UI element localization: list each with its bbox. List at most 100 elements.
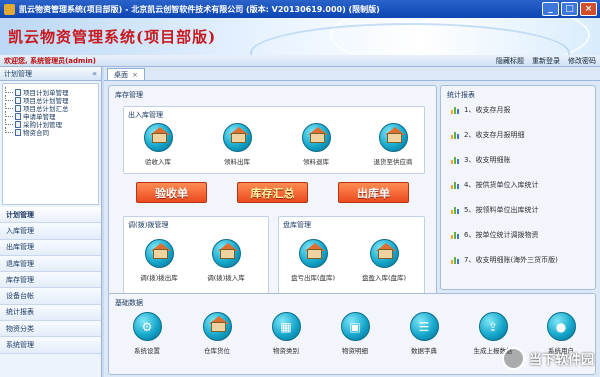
stats-panel-title: 统计报表 — [447, 91, 475, 99]
receive-inbound-button[interactable]: 验收入库 — [132, 123, 184, 166]
window-title: 凯云物资管理系统(项目部版) - 北京凯云创智软件技术有限公司 (版本: V20… — [19, 4, 380, 14]
icon-button-label: 物资类别 — [273, 347, 299, 355]
warehouse-icon — [378, 123, 408, 152]
tab-desktop[interactable]: 桌面 × — [107, 68, 145, 80]
document-icon — [15, 96, 21, 104]
sidebar-item-inbound[interactable]: 入库管理 — [0, 223, 101, 240]
header-links: 隐藏标题 重新登录 修改密码 — [496, 56, 596, 66]
stocktake-panel-title: 盘库管理 — [283, 221, 311, 229]
report-link[interactable]: 5、按领料单位出库统计 — [451, 205, 538, 215]
system-settings-button[interactable]: ⚙ 系统设置 — [121, 312, 173, 355]
material-category-button[interactable]: ▦ 物资类别 — [260, 312, 312, 355]
icon-button-label: 调(拨)拨入库 — [207, 274, 245, 282]
sidebar-item-system[interactable]: 系统管理 — [0, 337, 101, 354]
icon-button-label: 数据字典 — [411, 347, 437, 355]
window-titlebar: 凯云物资管理系统(项目部版) - 北京凯云创智软件技术有限公司 (版本: V20… — [0, 0, 600, 18]
warehouse-icon — [222, 123, 252, 152]
watermark-text: 当下软件园 — [528, 353, 594, 368]
tab-strip: 桌面 × — [104, 67, 600, 81]
maximize-button[interactable]: □ — [561, 2, 578, 16]
bar-chart-icon — [451, 206, 460, 214]
stats-panel: 统计报表 1、收支存月报 2、收支存月报明细 3、收支明细账 4、按供货单位入库… — [440, 85, 596, 290]
bar-chart-icon — [451, 156, 460, 164]
app-icon — [4, 3, 15, 15]
tree-item[interactable]: 物资合同 — [5, 127, 96, 137]
report-label: 3、收支明细账 — [464, 156, 511, 164]
close-icon[interactable]: × — [132, 71, 138, 79]
document-icon — [15, 128, 21, 136]
stocktake-panel: 盘库管理 盘亏出库(盘库) 盘盈入库(盘库) — [278, 216, 425, 303]
minimize-button[interactable]: _ — [542, 2, 559, 16]
outbound-form-button[interactable]: 出库单 — [338, 182, 409, 203]
sidebar-item-stock[interactable]: 库存管理 — [0, 272, 101, 289]
welcome-text: 欢迎您, 系统管理员(admin) — [4, 56, 96, 65]
icon-button-label: 盘盈入库(盘库) — [361, 274, 407, 282]
workspace: 桌面 × 库存管理 出入库管理 验收入库 领料出库 领料退库 退货至供应商 验收… — [104, 67, 600, 377]
warehouse-icon — [298, 239, 328, 268]
bar-chart-icon — [451, 256, 460, 264]
sidebar-item-return[interactable]: 退库管理 — [0, 255, 101, 273]
bar-chart-icon — [451, 106, 460, 114]
in-out-panel-title: 出入库管理 — [128, 111, 163, 119]
relogin-link[interactable]: 重新登录 — [532, 56, 560, 66]
report-link[interactable]: 2、收支存月报明细 — [451, 130, 524, 140]
sidebar-item-plan[interactable]: 计划管理 — [0, 207, 101, 224]
sidebar-item-outbound[interactable]: 出库管理 — [0, 239, 101, 256]
report-link[interactable]: 6、按单位统计调拨物资 — [451, 230, 538, 240]
transfer-out-button[interactable]: 调(拨)拨出库 — [133, 239, 185, 282]
tab-label: 桌面 — [114, 70, 128, 79]
report-label: 2、收支存月报明细 — [464, 131, 525, 139]
user-icon: ● — [546, 312, 576, 341]
document-icon — [15, 112, 21, 120]
warehouse-icon — [202, 312, 232, 341]
status-bar: 欢迎您, 系统管理员(admin) 隐藏标题 重新登录 修改密码 — [0, 55, 600, 67]
hide-title-link[interactable]: 隐藏标题 — [496, 56, 524, 66]
report-link[interactable]: 1、收支存月报 — [451, 105, 510, 115]
tree-connector — [5, 103, 13, 109]
stock-loss-out-button[interactable]: 盘亏出库(盘库) — [287, 239, 339, 282]
change-password-link[interactable]: 修改密码 — [568, 56, 596, 66]
icon-button-label: 调(拨)拨出库 — [140, 274, 178, 282]
tree-item-label: 物资合同 — [23, 129, 49, 137]
icon-button-label: 退货至供应商 — [373, 158, 413, 166]
transfer-in-button[interactable]: 调(拨)拨入库 — [200, 239, 252, 282]
report-label: 6、按单位统计调拨物资 — [464, 231, 539, 239]
stock-summary-button[interactable]: 库存汇总 — [237, 182, 308, 203]
stock-gain-in-button[interactable]: 盘盈入库(盘库) — [358, 239, 410, 282]
return-to-stock-button[interactable]: 领料退库 — [290, 123, 342, 166]
warehouse-location-button[interactable]: 仓库货位 — [191, 312, 243, 355]
sidebar-item-equipment[interactable]: 设备台帐 — [0, 288, 101, 305]
return-to-supplier-button[interactable]: 退货至供应商 — [367, 123, 419, 166]
inventory-panel-title: 库存管理 — [115, 91, 143, 99]
collapse-icon[interactable]: « — [92, 69, 97, 78]
report-label: 1、收支存月报 — [464, 106, 511, 114]
tree-item[interactable]: 采购计划管理 — [5, 119, 96, 129]
close-button[interactable]: × — [580, 2, 597, 16]
upload-icon: ⇪ — [478, 312, 508, 341]
transfer-panel: 调(拨)拨管理 调(拨)拨出库 调(拨)拨入库 — [123, 216, 269, 303]
report-link[interactable]: 4、按供货单位入库统计 — [451, 180, 538, 190]
document-icon: ☰ — [409, 312, 439, 341]
category-icon: ▦ — [271, 312, 301, 341]
report-link[interactable]: 7、收支明细账(海外三货币版) — [451, 255, 558, 265]
warehouse-icon — [144, 239, 174, 268]
tree-connector — [5, 95, 13, 101]
material-detail-button[interactable]: ▣ 物资明细 — [329, 312, 381, 355]
side-menu: 计划管理 入库管理 出库管理 退库管理 库存管理 设备台帐 统计报表 物资分类 … — [0, 207, 101, 354]
icon-button-label: 物资明细 — [342, 347, 368, 355]
report-label: 4、按供货单位入库统计 — [464, 181, 539, 189]
watermark: 当下软件园 — [501, 347, 594, 370]
sidebar-item-reports[interactable]: 统计报表 — [0, 304, 101, 322]
issue-outbound-button[interactable]: 领料出库 — [211, 123, 263, 166]
basic-data-panel-title: 基础数据 — [115, 299, 143, 307]
report-link[interactable]: 3、收支明细账 — [451, 155, 510, 165]
receipt-form-button[interactable]: 验收单 — [136, 182, 207, 203]
app-banner: 凯云物资管理系统(项目部版) — [0, 18, 600, 55]
icon-button-label: 仓库货位 — [204, 347, 230, 355]
sidebar-item-categories[interactable]: 物资分类 — [0, 321, 101, 338]
sidebar-title: 计划管理 — [4, 69, 32, 78]
document-icon — [15, 88, 21, 96]
bar-chart-icon — [451, 131, 460, 139]
data-dictionary-button[interactable]: ☰ 数据字典 — [398, 312, 450, 355]
report-label: 5、按领料单位出库统计 — [464, 206, 539, 214]
